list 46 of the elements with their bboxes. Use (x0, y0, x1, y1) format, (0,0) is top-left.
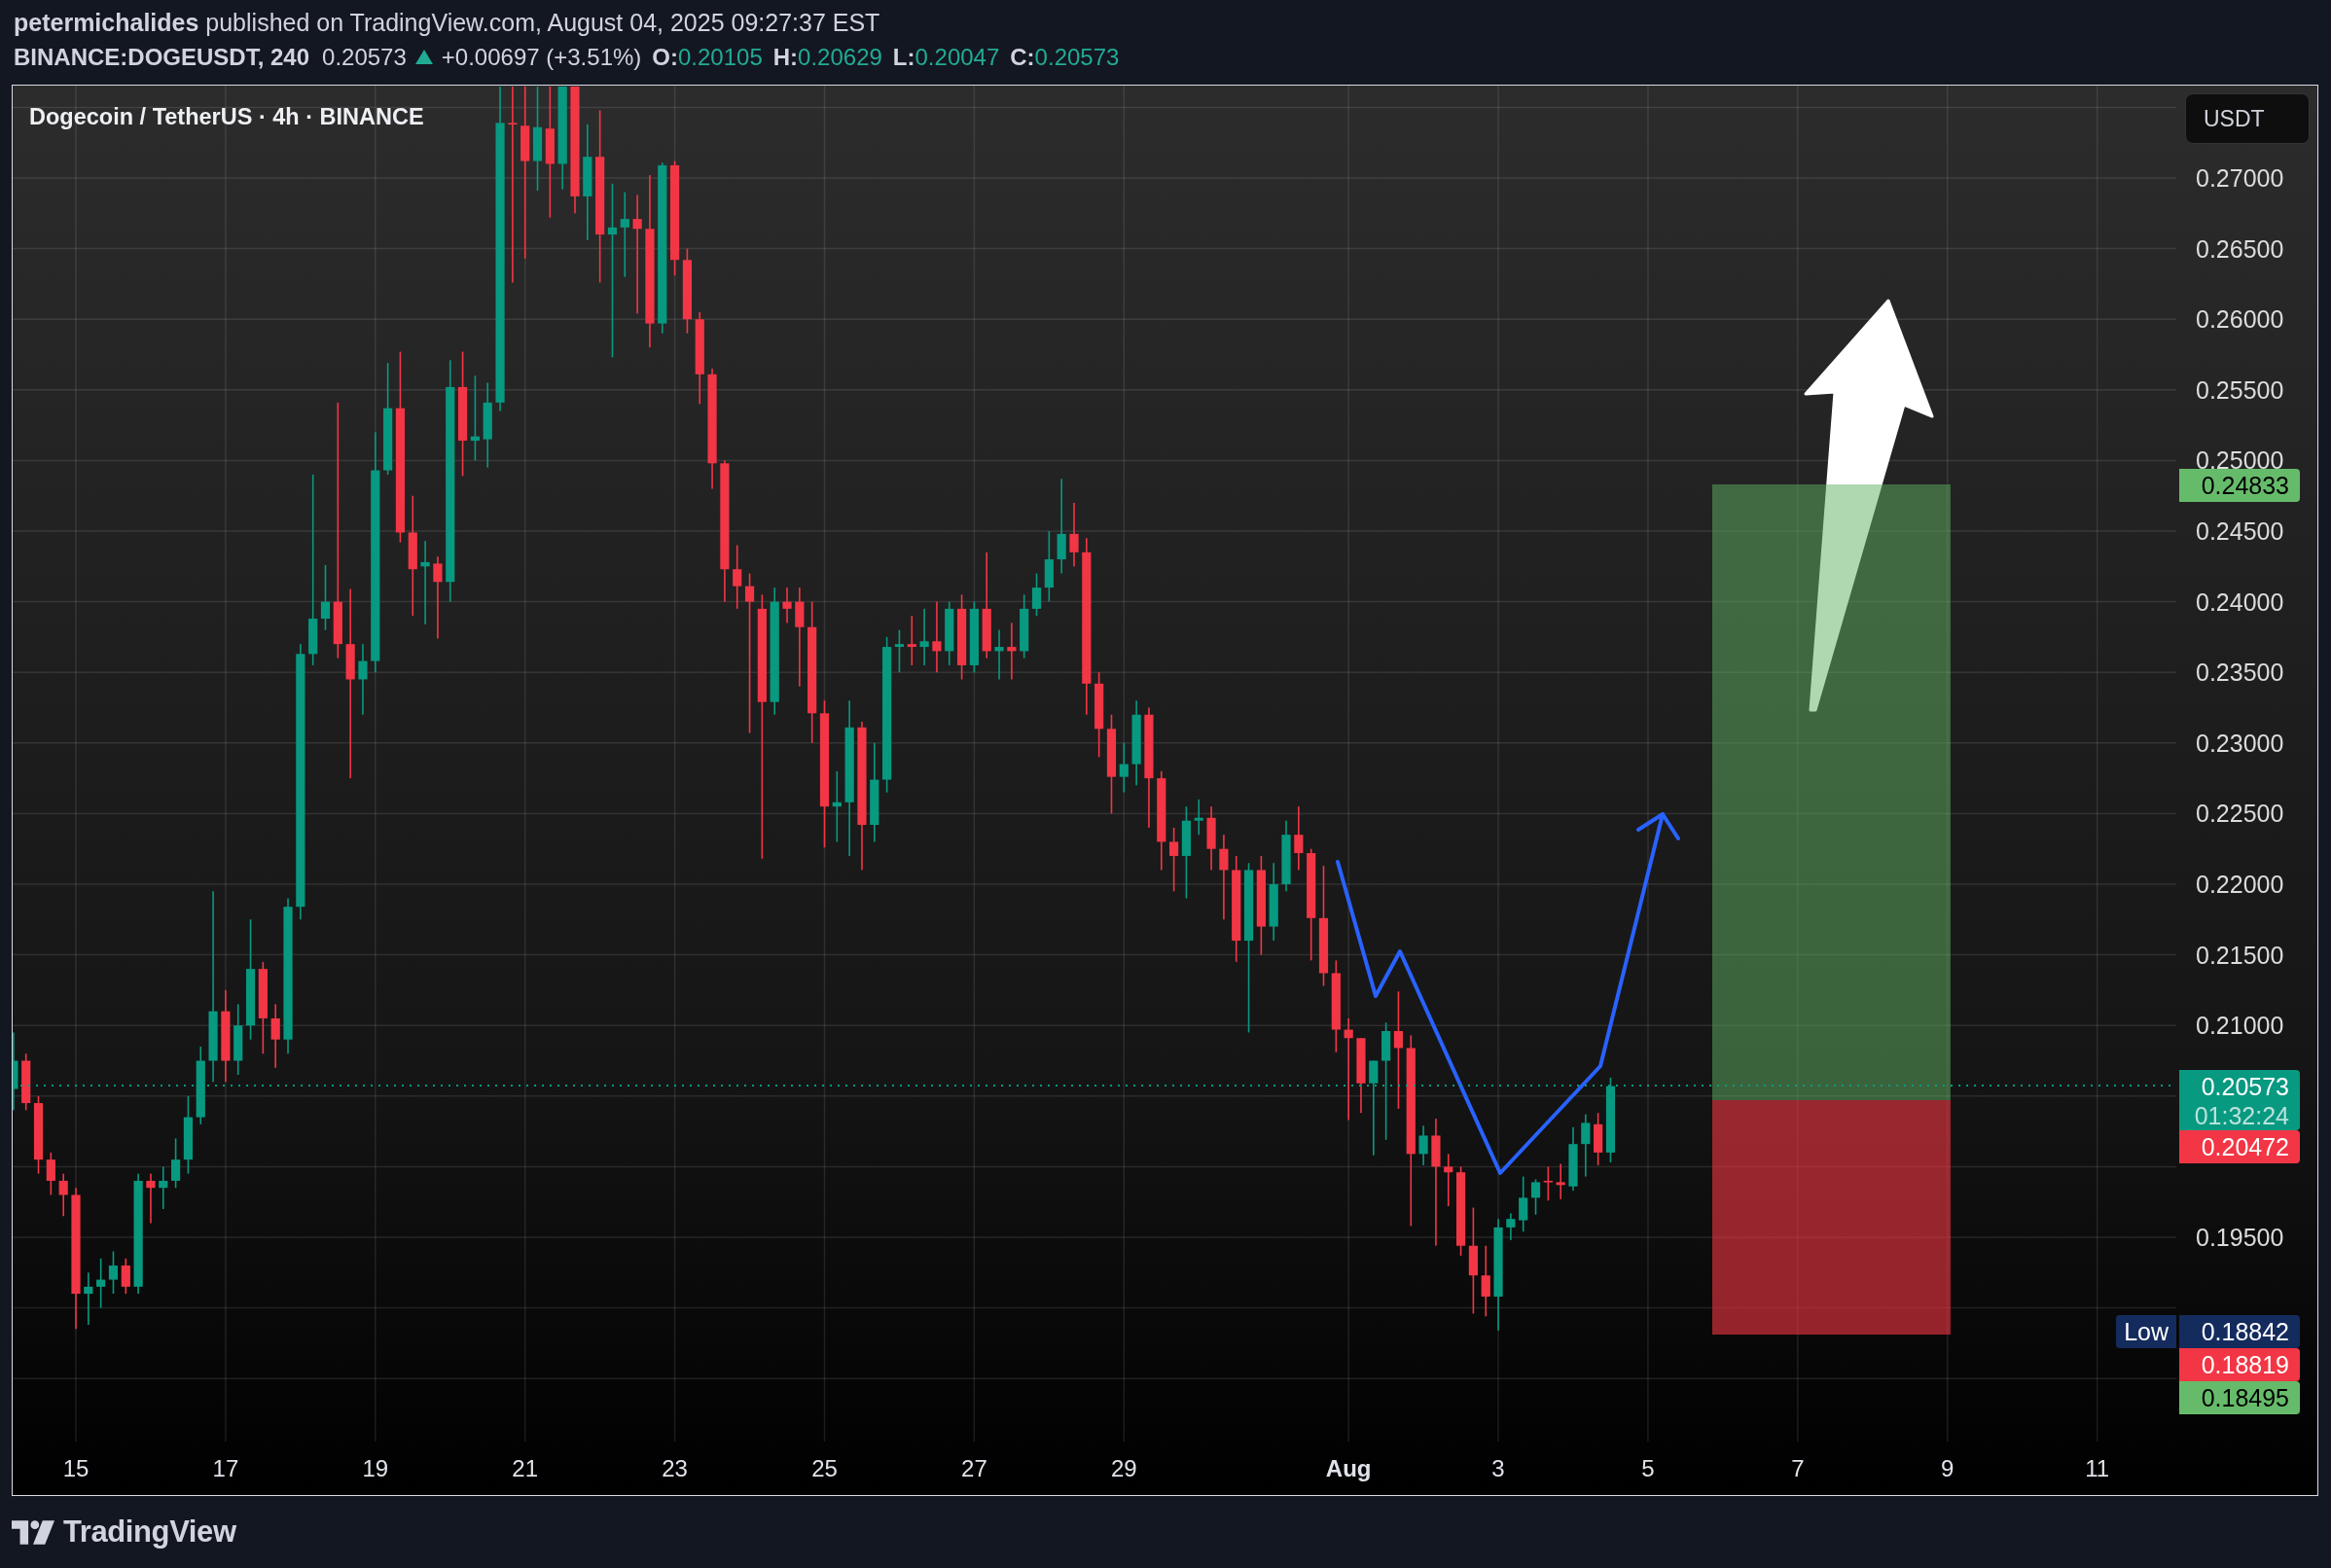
time-tick-label: 11 (2085, 1454, 2110, 1482)
chart-title: Dogecoin / TetherUS · 4h · BINANCE (29, 103, 424, 131)
price-value: 0.20472 (2201, 1132, 2289, 1162)
price-tick-label: 0.24000 (2196, 587, 2284, 617)
price-tick-label: 0.22000 (2196, 870, 2284, 899)
price-value: 0.18842 (2201, 1317, 2289, 1347)
brand-name: TradingView (63, 1515, 236, 1550)
time-tick-label: 25 (811, 1454, 838, 1482)
time-tick-label: 19 (362, 1454, 389, 1482)
time-tick-label: 29 (1110, 1454, 1137, 1482)
last-price: 0.20573 (322, 43, 407, 71)
time-tick-label: 15 (62, 1454, 90, 1482)
ohlc-value: C:0.20573 (1010, 43, 1120, 71)
price-tick-label: 0.19500 (2196, 1223, 2284, 1252)
price-tick-label: 0.26500 (2196, 233, 2284, 264)
currency-button[interactable]: USDT (2185, 93, 2310, 144)
price-tick-label: 0.25500 (2196, 374, 2284, 405)
time-tick-label: 21 (512, 1454, 539, 1482)
price-value: 0.20573 (2201, 1072, 2289, 1102)
time-tick-label: 9 (1941, 1454, 1954, 1482)
price-tick-label: 0.21000 (2196, 1011, 2284, 1041)
price-tick-label: 0.22500 (2196, 799, 2284, 829)
price-tick-label: 0.24500 (2196, 517, 2284, 546)
time-tick-label: Aug (1325, 1454, 1372, 1482)
publish-info: petermichalides published on TradingView.com, August 04, 2025 09:27:37 EST (14, 9, 880, 37)
price-value: 0.18495 (2201, 1383, 2289, 1413)
price-tick-label: 0.26000 (2196, 304, 2284, 335)
price-tick-label: 0.23500 (2196, 658, 2284, 688)
time-tick-label: 7 (1791, 1454, 1805, 1482)
price-tick-label: 0.23000 (2196, 728, 2284, 758)
price-value: 0.18819 (2201, 1350, 2289, 1380)
time-tick-label: 17 (212, 1454, 239, 1482)
time-tick-label: 3 (1491, 1454, 1505, 1482)
price-tick-label: 0.21500 (2196, 940, 2284, 970)
ohlc-value: L:0.20047 (892, 43, 1000, 71)
ohlc-value: O:0.20105 (652, 43, 763, 71)
time-tick-label: 5 (1641, 1454, 1655, 1482)
price-change: +0.00697 (+3.51%) (441, 43, 642, 71)
ohlc-value: H:0.20629 (772, 43, 882, 71)
time-tick-label: 23 (662, 1454, 688, 1482)
low-tag: Low (2116, 1315, 2176, 1348)
symbol-name: BINANCE:DOGEUSDT, 240 (14, 43, 310, 71)
price-tick-label: 0.27000 (2196, 163, 2284, 193)
countdown-timer: 01:32:24 (2194, 1102, 2289, 1129)
logo-icon (12, 1519, 54, 1545)
time-tick-label: 27 (961, 1454, 987, 1482)
